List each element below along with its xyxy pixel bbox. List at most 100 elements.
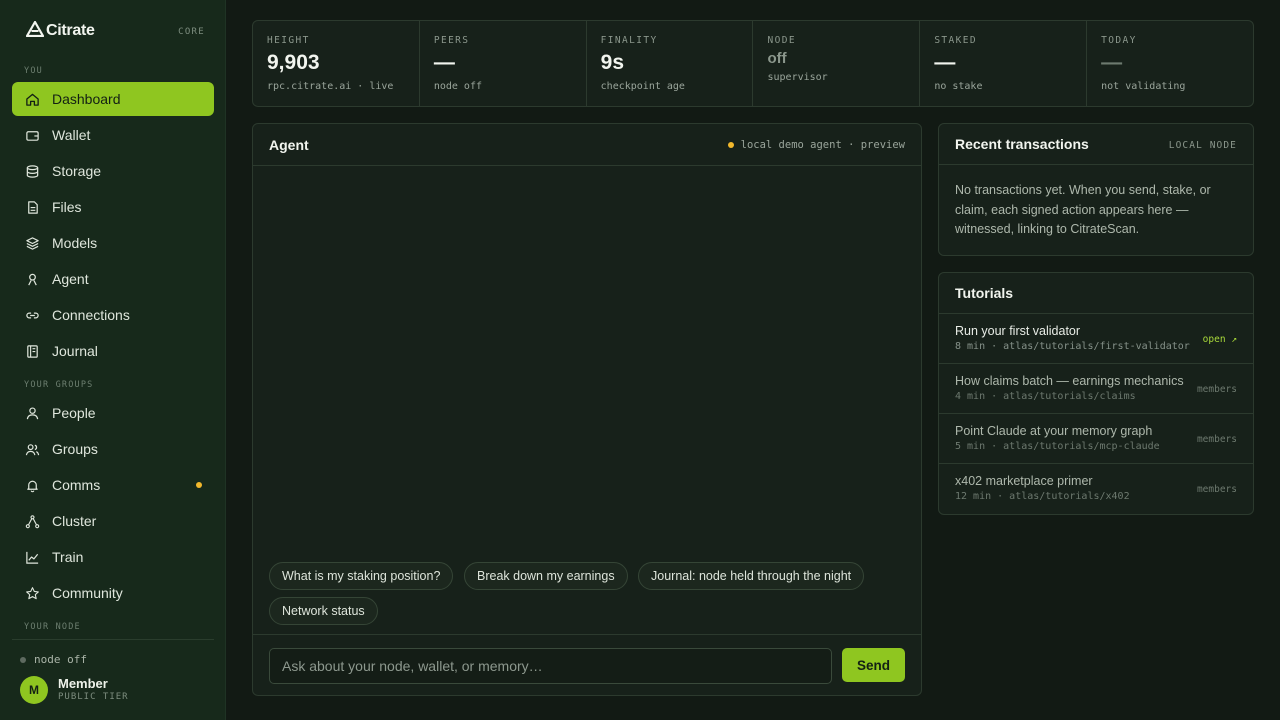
journal-icon	[24, 343, 40, 359]
stat-value: —	[934, 51, 956, 74]
transactions-header: Recent transactions LOCAL NODE	[939, 124, 1253, 165]
tutorials-title: Tutorials	[955, 285, 1014, 301]
node-status-text: node off	[34, 653, 87, 666]
tutorial-title: Run your first validator	[955, 324, 1081, 338]
sidebar-item-wallet[interactable]: Wallet	[12, 118, 214, 152]
star-icon	[24, 585, 40, 601]
sidebar-item-cluster[interactable]: Cluster	[12, 504, 214, 538]
sidebar-item-train[interactable]: Train	[12, 540, 214, 574]
sidebar-item-label: Storage	[52, 163, 102, 179]
layers-icon	[24, 235, 40, 251]
stat-sub: node off	[433, 81, 482, 92]
tutorial-title: x402 marketplace primer	[955, 474, 1093, 488]
sidebar: Citrate CORE YOU Dashboard Wallet Storag…	[0, 0, 226, 720]
suggestion-chip[interactable]: What is my staking position?	[269, 562, 454, 590]
suggestion-chip[interactable]: Journal: node held through the night	[638, 562, 865, 590]
recent-transactions-panel: Recent transactions LOCAL NODE No transa…	[938, 123, 1254, 256]
section-label-node: YOUR NODE	[24, 622, 81, 632]
transactions-empty-state: No transactions yet. When you send, stak…	[955, 183, 1211, 236]
transactions-tag: LOCAL NODE	[1168, 140, 1237, 151]
stat-value: off	[767, 50, 787, 67]
tutorial-meta: 4 min · atlas/tutorials/claims	[955, 391, 1136, 402]
section-label-you: YOU	[24, 66, 43, 76]
stat-label: NODE	[767, 35, 796, 46]
stat-sub: not validating	[1101, 81, 1186, 92]
stat-sub: checkpoint age	[600, 81, 685, 92]
sidebar-item-groups[interactable]: Groups	[12, 432, 214, 466]
stat-value: —	[1101, 51, 1123, 74]
stat-staked: STAKED — no stake	[920, 21, 1088, 106]
brand-name: Citrate	[46, 22, 95, 39]
stat-label: TODAY	[1101, 35, 1137, 46]
agent-status-dot	[727, 142, 734, 148]
stat-sub: no stake	[934, 81, 983, 92]
tutorial-access-badge: members	[1196, 434, 1237, 445]
sidebar-item-label: Agent	[52, 271, 89, 287]
sidebar-item-connections[interactable]: Connections	[12, 298, 214, 332]
tutorial-open-link[interactable]: open ↗	[1203, 334, 1237, 345]
stat-label: HEIGHT	[267, 35, 310, 46]
agent-panel-header: Agent local demo agent · preview	[253, 124, 921, 166]
tutorials-panel: Tutorials Run your first validator 8 min…	[938, 272, 1254, 515]
stat-value: —	[433, 51, 455, 74]
database-icon	[24, 163, 40, 179]
sidebar-item-label: Cluster	[52, 513, 97, 529]
stat-label: STAKED	[934, 35, 978, 46]
file-icon	[24, 199, 40, 215]
sidebar-item-label: Train	[52, 549, 84, 565]
sidebar-item-community[interactable]: Community	[12, 576, 214, 610]
sidebar-item-files[interactable]: Files	[12, 190, 214, 224]
agent-status-text: local demo agent · preview	[740, 139, 905, 151]
chart-line-icon	[24, 549, 40, 565]
tutorial-item[interactable]: x402 marketplace primer 12 min · atlas/t…	[939, 464, 1253, 514]
tutorial-title: How claims batch — earnings mechanics	[955, 374, 1184, 388]
person-icon	[24, 405, 40, 421]
tutorial-item[interactable]: How claims batch — earnings mechanics 4 …	[939, 364, 1253, 414]
bell-icon	[24, 477, 40, 493]
agent-message-input[interactable]	[269, 648, 832, 684]
tutorial-meta: 5 min · atlas/tutorials/mcp-claude	[955, 441, 1160, 452]
sidebar-item-dashboard[interactable]: Dashboard	[12, 82, 214, 116]
agent-panel: Agent local demo agent · preview What is…	[252, 123, 922, 696]
tutorial-item[interactable]: Run your first validator 8 min · atlas/t…	[939, 314, 1253, 364]
avatar[interactable]: M	[20, 676, 48, 704]
tutorial-access-badge: members	[1196, 484, 1237, 495]
sidebar-item-label: Models	[52, 235, 98, 251]
sidebar-item-label: Files	[52, 199, 82, 215]
transactions-title: Recent transactions	[955, 136, 1089, 152]
sidebar-item-people[interactable]: People	[12, 396, 214, 430]
send-button[interactable]: Send	[842, 648, 905, 682]
cluster-icon	[24, 513, 40, 529]
stat-finality: FINALITY 9s checkpoint age	[587, 21, 754, 106]
sidebar-item-label: Journal	[52, 343, 98, 359]
unread-indicator	[196, 482, 202, 488]
user-tier: PUBLIC TIER	[58, 692, 129, 702]
sidebar-item-label: Dashboard	[52, 91, 121, 107]
suggestion-chip[interactable]: Break down my earnings	[464, 562, 628, 590]
tutorials-header: Tutorials	[939, 273, 1253, 314]
stats-bar: HEIGHT 9,903 rpc.citrate.ai · live PEERS…	[252, 20, 1254, 107]
brand-tag: CORE	[178, 27, 205, 37]
node-status-dot	[20, 656, 26, 663]
sidebar-item-storage[interactable]: Storage	[12, 154, 214, 188]
brand-logo[interactable]: Citrate	[25, 20, 95, 42]
sidebar-item-label: Comms	[52, 477, 101, 493]
sidebar-item-models[interactable]: Models	[12, 226, 214, 260]
tutorial-title: Point Claude at your memory graph	[955, 424, 1153, 438]
stat-today: TODAY — not validating	[1087, 21, 1253, 106]
stat-value: 9s	[600, 51, 625, 74]
sidebar-item-journal[interactable]: Journal	[12, 334, 214, 368]
stat-label: PEERS	[433, 35, 470, 46]
sidebar-item-label: Wallet	[52, 127, 91, 143]
tutorial-item[interactable]: Point Claude at your memory graph 5 min …	[939, 414, 1253, 464]
stat-sub: rpc.citrate.ai · live	[267, 81, 394, 92]
suggestion-chip[interactable]: Network status	[269, 597, 378, 625]
sidebar-item-agent[interactable]: Agent	[12, 262, 214, 296]
stat-label: FINALITY	[600, 35, 658, 46]
user-name[interactable]: Member	[58, 676, 108, 691]
sidebar-item-label: Community	[52, 585, 123, 601]
home-icon	[24, 91, 40, 107]
stat-node: NODE off supervisor	[753, 21, 921, 106]
link-icon	[24, 307, 40, 323]
sidebar-item-comms[interactable]: Comms	[12, 468, 214, 502]
